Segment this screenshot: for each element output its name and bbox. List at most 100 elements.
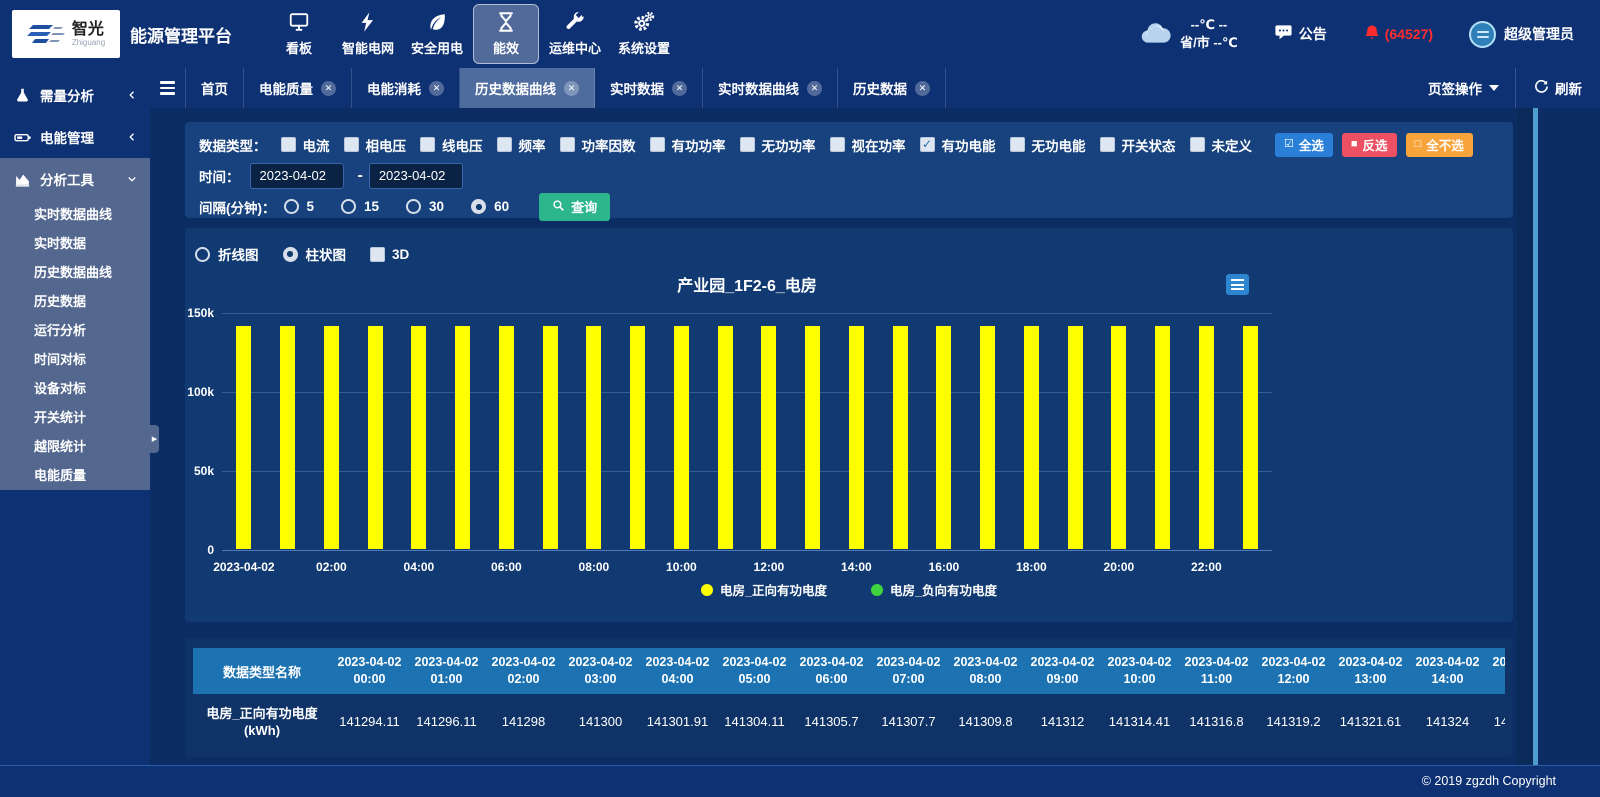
datatype-checkbox-开关状态[interactable]: 开关状态	[1100, 135, 1176, 155]
bar-20:00[interactable]	[1111, 326, 1126, 549]
sidebar-subitem-历史数据曲线[interactable]: 历史数据曲线	[0, 258, 150, 287]
chart-toolbox-icon[interactable]	[1226, 274, 1249, 295]
user-menu[interactable]: 超级管理员	[1469, 21, 1574, 48]
tab-电能质量[interactable]: 电能质量✕	[244, 68, 352, 108]
tab-首页[interactable]: 首页	[186, 68, 244, 108]
sidebar-subitem-设备对标[interactable]: 设备对标	[0, 374, 150, 403]
legend-item-电房_负向有功电度[interactable]: 电房_负向有功电度	[871, 580, 997, 599]
nav-item-dashboard[interactable]: 看板	[266, 4, 332, 64]
bar-14:00[interactable]	[849, 326, 864, 549]
datatype-checkbox-功率因数[interactable]: 功率因数	[560, 135, 636, 155]
y-axis-tick-label: 150k	[172, 306, 214, 320]
refresh-button[interactable]: 刷新	[1516, 68, 1600, 108]
table-row-label: 电房_正向有功电度(kWh)	[193, 694, 331, 749]
sidebar-subitem-时间对标[interactable]: 时间对标	[0, 345, 150, 374]
datatype-checkbox-频率[interactable]: 频率	[497, 135, 546, 155]
chart-type-柱状图[interactable]: 柱状图	[283, 244, 347, 264]
nav-item-label: 系统设置	[618, 38, 670, 57]
datatype-checkbox-无功功率[interactable]: 无功功率	[740, 135, 816, 155]
sidebar-subitem-电能质量[interactable]: 电能质量	[0, 461, 150, 490]
sidebar-subitem-实时数据[interactable]: 实时数据	[0, 229, 150, 258]
bar-12:00[interactable]	[761, 326, 776, 549]
bar-18:00[interactable]	[1024, 326, 1039, 549]
close-icon[interactable]: ✕	[672, 81, 687, 96]
bar-22:00[interactable]	[1199, 326, 1214, 549]
hamburger-menu-icon[interactable]	[150, 68, 186, 108]
nav-item-settings[interactable]: 系统设置	[611, 4, 677, 64]
tab-历史数据曲线[interactable]: 历史数据曲线✕	[460, 68, 595, 108]
close-icon[interactable]: ✕	[321, 81, 336, 96]
sidebar-subitem-运行分析[interactable]: 运行分析	[0, 316, 150, 345]
bar-01:00[interactable]	[280, 326, 295, 549]
nav-item-safe-power[interactable]: 安全用电	[404, 4, 470, 64]
bar-17:00[interactable]	[980, 326, 995, 549]
chart-type-折线图[interactable]: 折线图	[195, 244, 259, 264]
sidebar-subitem-历史数据[interactable]: 历史数据	[0, 287, 150, 316]
datatype-checkbox-有功电能[interactable]: ✓有功电能	[920, 135, 996, 155]
sidebar-collapse-handle[interactable]: ▶	[150, 425, 159, 453]
bar-21:00[interactable]	[1155, 326, 1170, 549]
tab-实时数据[interactable]: 实时数据✕	[595, 68, 703, 108]
tab-实时数据曲线[interactable]: 实时数据曲线✕	[703, 68, 838, 108]
sidebar-item-需量分析[interactable]: 需量分析	[0, 74, 150, 116]
chart-type-3D[interactable]: 3D	[370, 247, 409, 262]
bar-16:00[interactable]	[936, 326, 951, 549]
tab-历史数据[interactable]: 历史数据✕	[838, 68, 946, 108]
sidebar-subitem-开关统计[interactable]: 开关统计	[0, 403, 150, 432]
table-header-cell: 2023-04-0201:00	[408, 648, 485, 694]
nav-item-energy[interactable]: 能效	[473, 4, 539, 64]
interval-radio-15[interactable]: 15	[341, 199, 379, 214]
bar-08:00[interactable]	[586, 326, 601, 549]
interval-radio-60[interactable]: 60	[471, 199, 509, 214]
table-header-cell: 2023-04-0213:00	[1332, 648, 1409, 694]
date-to-input[interactable]	[369, 163, 463, 189]
select-all-button[interactable]: ☑全选	[1275, 133, 1333, 157]
bar-02:00[interactable]	[324, 326, 339, 549]
datatype-checkbox-线电压[interactable]: 线电压	[420, 135, 483, 155]
bar-04:00[interactable]	[411, 326, 426, 549]
sidebar-subitem-实时数据曲线[interactable]: 实时数据曲线	[0, 200, 150, 229]
bar-00:00[interactable]	[236, 326, 251, 549]
interval-radio-30[interactable]: 30	[406, 199, 444, 214]
query-button[interactable]: 查询	[539, 193, 610, 221]
datatype-checkbox-无功电能[interactable]: 无功电能	[1010, 135, 1086, 155]
sidebar-item-电能管理[interactable]: 电能管理	[0, 116, 150, 158]
bar-06:00[interactable]	[499, 326, 514, 549]
sidebar-item-分析工具[interactable]: 分析工具	[0, 158, 150, 200]
bar-23:00[interactable]	[1243, 326, 1258, 549]
date-from-input[interactable]	[250, 163, 344, 189]
datatype-checkbox-未定义[interactable]: 未定义	[1190, 135, 1253, 155]
tab-电能消耗[interactable]: 电能消耗✕	[352, 68, 460, 108]
bar-05:00[interactable]	[455, 326, 470, 549]
bar-10:00[interactable]	[674, 326, 689, 549]
checkbox-icon	[740, 137, 755, 152]
bar-07:00[interactable]	[543, 326, 558, 549]
alarm-button[interactable]: (64527)	[1363, 24, 1433, 45]
datatype-checkbox-有功功率[interactable]: 有功功率	[650, 135, 726, 155]
close-icon[interactable]: ✕	[429, 81, 444, 96]
datatype-checkbox-相电压[interactable]: 相电压	[344, 135, 407, 155]
datatype-checkbox-电流[interactable]: 电流	[281, 135, 330, 155]
scrollbar-thumb[interactable]	[1533, 108, 1538, 765]
bar-15:00[interactable]	[893, 326, 908, 549]
bar-03:00[interactable]	[368, 326, 383, 549]
nav-item-ops[interactable]: 运维中心	[542, 4, 608, 64]
weather-widget[interactable]: --℃ -- 省/市 --℃	[1139, 16, 1238, 52]
notice-button[interactable]: 公告	[1274, 23, 1327, 45]
datatype-checkbox-视在功率[interactable]: 视在功率	[830, 135, 906, 155]
close-icon[interactable]: ✕	[564, 81, 579, 96]
bar-09:00[interactable]	[630, 326, 645, 549]
select-none-button[interactable]: □全不选	[1406, 133, 1473, 157]
interval-radio-5[interactable]: 5	[284, 199, 315, 214]
close-icon[interactable]: ✕	[915, 81, 930, 96]
tab-operations-dropdown[interactable]: 页签操作	[1412, 68, 1515, 108]
close-icon[interactable]: ✕	[807, 81, 822, 96]
legend-item-电房_正向有功电度[interactable]: 电房_正向有功电度	[701, 580, 827, 599]
bar-19:00[interactable]	[1068, 326, 1083, 549]
invert-selection-button[interactable]: ■反选	[1342, 133, 1397, 157]
nav-item-smart-grid[interactable]: 智能电网	[335, 4, 401, 64]
sidebar-subitem-越限统计[interactable]: 越限统计	[0, 432, 150, 461]
table-header-cell: 2023-04-0209:00	[1024, 648, 1101, 694]
bar-13:00[interactable]	[805, 326, 820, 549]
bar-11:00[interactable]	[718, 326, 733, 549]
